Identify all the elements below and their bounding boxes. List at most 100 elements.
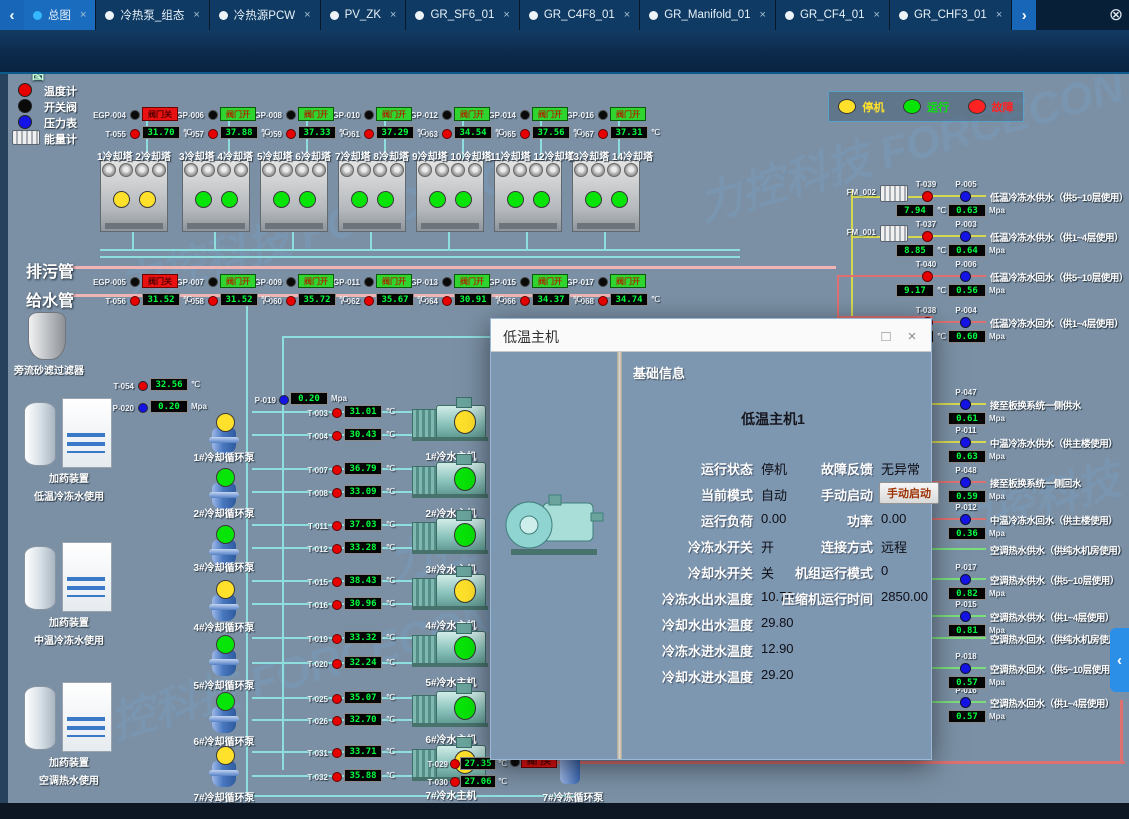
chiller-machine[interactable]	[412, 570, 490, 610]
tab-close-icon[interactable]: ×	[996, 9, 1002, 21]
chiller-machine[interactable]	[412, 627, 490, 667]
pressure-value-box: 0.56	[948, 284, 986, 297]
temp-unit: ℃	[386, 407, 395, 416]
valve-state-box[interactable]: 阀门开	[610, 274, 646, 288]
pressure-unit: Mpa	[989, 626, 1005, 635]
energy-meter-icon	[12, 130, 40, 145]
tab-status-dot	[899, 11, 908, 20]
valve-state-box[interactable]: 阀门关	[142, 107, 178, 121]
dosing-label-line2: 空调热水使用	[8, 772, 130, 787]
valve-state-box[interactable]: 阀门开	[220, 274, 256, 288]
valve-state-box[interactable]: 阀门开	[220, 107, 256, 121]
tab-scroll-left-icon[interactable]: ‹	[0, 0, 24, 30]
pressure-unit: Mpa	[989, 452, 1005, 461]
temp-dot	[208, 296, 218, 306]
valve-switch-dot	[208, 110, 218, 120]
chiller-machine[interactable]	[412, 401, 490, 441]
pipe-segment	[930, 321, 986, 323]
status-label: 运行	[927, 99, 949, 115]
chiller-machine[interactable]	[412, 458, 490, 498]
temp-dot	[286, 129, 296, 139]
tab-close-icon[interactable]: ×	[390, 9, 396, 21]
fan-icon	[135, 163, 149, 177]
temp-unit: ℃	[386, 693, 395, 702]
temp-value-box: 31.01	[344, 405, 382, 418]
valve-state-box[interactable]: 阀门开	[610, 107, 646, 121]
tab-scroll-right-icon[interactable]: ›	[1012, 0, 1036, 30]
tab-close-icon[interactable]: ×	[503, 9, 509, 21]
flow-meter-label: FM_001	[832, 228, 876, 237]
temp-id-label: T-020	[294, 660, 328, 669]
tab-close-icon[interactable]: ×	[624, 9, 630, 21]
pressure-dot	[960, 514, 971, 525]
valve-state-box[interactable]: 阀门开	[454, 274, 490, 288]
temp-dot	[332, 408, 342, 418]
cooling-tower-pair[interactable]	[572, 160, 640, 232]
temp-unit: ℃	[386, 487, 395, 496]
chiller-status-dot	[454, 579, 476, 603]
tab-5[interactable]: GR_SF6_01×	[406, 0, 519, 30]
valve-state-box[interactable]: 阀门开	[298, 107, 334, 121]
tower-pair-label: 9冷却塔 10冷却塔	[412, 148, 488, 163]
tab-7[interactable]: GR_Manifold_01×	[640, 0, 776, 30]
tab-close-icon[interactable]: ×	[80, 9, 86, 21]
cooling-tower-pair[interactable]	[494, 160, 562, 232]
pressure-unit: Mpa	[989, 492, 1005, 501]
cooling-tower-pair[interactable]	[416, 160, 484, 232]
tab-6[interactable]: GR_C4F8_01×	[520, 0, 640, 30]
legend-0-dot	[18, 83, 32, 97]
pipe-segment	[535, 761, 1125, 764]
valve-state-box[interactable]: 阀门开	[532, 107, 568, 121]
valve-state-box[interactable]: 阀门开	[376, 274, 412, 288]
chiller-motor	[412, 635, 438, 665]
valve-state-box[interactable]: 阀门开	[376, 107, 412, 121]
close-icon[interactable]: ×	[901, 325, 923, 347]
chiller-machine[interactable]	[412, 687, 490, 727]
tab-2[interactable]: 冷热泵_组态×	[96, 0, 209, 30]
cooling-tower-pair[interactable]	[338, 160, 406, 232]
minimize-icon[interactable]: □	[875, 325, 897, 347]
banner	[0, 30, 1129, 74]
tab-close-icon[interactable]: ×	[874, 9, 880, 21]
valve-switch-dot	[520, 110, 530, 120]
tab-label: GR_CF4_01	[800, 9, 865, 21]
valve-state-box[interactable]: 阀门开	[532, 274, 568, 288]
panel-collapse-icon[interactable]: ‹	[1110, 628, 1129, 692]
dosing-tank	[24, 402, 56, 466]
dosing-label-line1: 加药装置	[14, 470, 124, 485]
tab-3[interactable]: 冷热源PCW×	[210, 0, 321, 30]
tab-1[interactable]: 总图×	[24, 0, 96, 30]
cooling-tower-pair[interactable]	[182, 160, 250, 232]
status-dot	[968, 99, 986, 114]
dialog-title-bar[interactable]: 低温主机 □ ×	[491, 319, 931, 352]
temp-unit: ℃	[386, 658, 395, 667]
pressure-id-label: P-018	[946, 652, 986, 661]
sand-filter-tank[interactable]	[28, 312, 66, 360]
pipe-segment	[132, 232, 134, 250]
manual-start-button[interactable]: 手动启动	[879, 482, 939, 504]
temp-dot	[130, 129, 140, 139]
tower-pair-label: 13冷却塔 14冷却塔	[568, 148, 644, 163]
close-all-tabs-icon[interactable]: ⊗	[1103, 0, 1129, 30]
valve-state-box[interactable]: 阀门开	[454, 107, 490, 121]
pressure-unit: Mpa	[989, 678, 1005, 687]
pipe-segment	[292, 232, 294, 250]
tab-4[interactable]: PV_ZK×	[321, 0, 407, 30]
cooling-tower-pair[interactable]	[260, 160, 328, 232]
fan-icon	[279, 163, 293, 177]
temp-value-box: 31.52	[142, 293, 180, 306]
valve-state-box[interactable]: 阀门关	[142, 274, 178, 288]
tab-close-icon[interactable]: ×	[760, 9, 766, 21]
tab-close-icon[interactable]: ×	[304, 9, 310, 21]
cooling-tower-pair[interactable]	[100, 160, 168, 232]
valve-state-box[interactable]: 阀门开	[298, 274, 334, 288]
temp-dot	[332, 694, 342, 704]
tab-8[interactable]: GR_CF4_01 ×	[776, 0, 890, 30]
tab-9[interactable]: GR_CHF3_01×	[890, 0, 1012, 30]
temp-id-label: T-008	[294, 489, 328, 498]
tab-close-icon[interactable]: ×	[193, 9, 199, 21]
tower-status-dot	[377, 191, 394, 208]
chiller-machine[interactable]	[412, 514, 490, 554]
fan-icon	[607, 163, 621, 177]
pressure-dot	[960, 697, 971, 708]
